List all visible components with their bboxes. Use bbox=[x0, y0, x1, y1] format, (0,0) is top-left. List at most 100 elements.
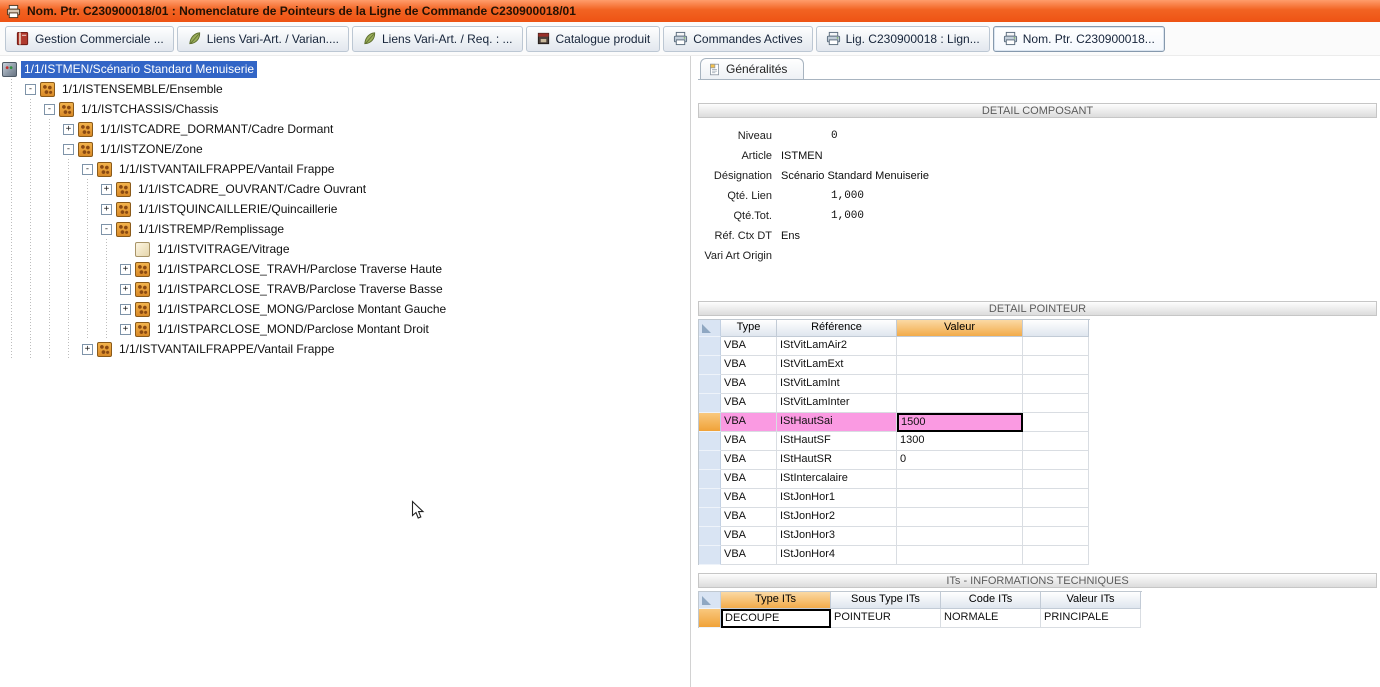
column-header-code-its[interactable]: Code ITs bbox=[941, 592, 1041, 609]
pointer-valeur-cell[interactable] bbox=[897, 375, 1023, 394]
row-selector[interactable] bbox=[699, 489, 721, 508]
pointer-reference-cell[interactable]: IStVitLamExt bbox=[777, 356, 897, 375]
collapse-minus-icon[interactable]: - bbox=[44, 104, 55, 115]
pointer-type-cell[interactable]: VBA bbox=[721, 451, 777, 470]
pointer-valeur-cell[interactable]: 0 bbox=[897, 451, 1023, 470]
tree-item[interactable]: +1/1/ISTPARCLOSE_MONG/Parclose Montant G… bbox=[2, 299, 690, 319]
pointer-reference-cell[interactable]: IStIntercalaire bbox=[777, 470, 897, 489]
column-header-sous-type-its[interactable]: Sous Type ITs bbox=[831, 592, 941, 609]
pointer-valeur-cell[interactable] bbox=[897, 394, 1023, 413]
expand-plus-icon[interactable]: + bbox=[63, 124, 74, 135]
pointer-type-cell[interactable]: VBA bbox=[721, 546, 777, 565]
row-selector[interactable] bbox=[699, 527, 721, 546]
expand-plus-icon[interactable]: + bbox=[120, 304, 131, 315]
row-selector[interactable] bbox=[699, 508, 721, 527]
pointer-valeur-cell[interactable]: 1300 bbox=[897, 432, 1023, 451]
expand-plus-icon[interactable]: + bbox=[120, 284, 131, 295]
tree-item[interactable]: -1/1/ISTENSEMBLE/Ensemble bbox=[2, 79, 690, 99]
its-cell[interactable]: POINTEUR bbox=[831, 609, 941, 628]
column-header-r-f-rence[interactable]: Référence bbox=[777, 320, 897, 337]
pointer-type-cell[interactable]: VBA bbox=[721, 470, 777, 489]
row-selector[interactable] bbox=[699, 451, 721, 470]
tab-catalogue-produit[interactable]: Catalogue produit bbox=[526, 26, 661, 52]
pointer-type-cell[interactable]: VBA bbox=[721, 527, 777, 546]
column-header-valeur[interactable]: Valeur bbox=[897, 320, 1023, 337]
pointer-reference-cell[interactable]: IStVitLamAir2 bbox=[777, 337, 897, 356]
pointer-valeur-cell[interactable] bbox=[897, 337, 1023, 356]
tab-generalites[interactable]: Généralités bbox=[700, 58, 804, 79]
collapse-minus-icon[interactable]: - bbox=[82, 164, 93, 175]
tab-gestion-commerciale[interactable]: Gestion Commerciale ... bbox=[5, 26, 174, 52]
pointer-type-cell[interactable]: VBA bbox=[721, 489, 777, 508]
pointer-reference-cell[interactable]: IStJonHor2 bbox=[777, 508, 897, 527]
row-selector[interactable] bbox=[699, 609, 721, 628]
tree-item[interactable]: +1/1/ISTPARCLOSE_TRAVB/Parclose Traverse… bbox=[2, 279, 690, 299]
tree-item[interactable]: +1/1/ISTPARCLOSE_MOND/Parclose Montant D… bbox=[2, 319, 690, 339]
tree-item[interactable]: +1/1/ISTVANTAILFRAPPE/Vantail Frappe bbox=[2, 339, 690, 359]
tree-item[interactable]: 1/1/ISTVITRAGE/Vitrage bbox=[2, 239, 690, 259]
tree-item[interactable]: -1/1/ISTCHASSIS/Chassis bbox=[2, 99, 690, 119]
row-selector[interactable] bbox=[699, 375, 721, 394]
row-selector[interactable] bbox=[699, 356, 721, 375]
pointer-empty-cell bbox=[1023, 470, 1089, 489]
row-selector[interactable] bbox=[699, 432, 721, 451]
column-header-type[interactable]: Type bbox=[721, 320, 777, 337]
pointer-valeur-cell[interactable] bbox=[897, 356, 1023, 375]
pointer-type-cell[interactable]: VBA bbox=[721, 337, 777, 356]
its-cell[interactable]: DECOUPE bbox=[721, 609, 831, 628]
expand-plus-icon[interactable]: + bbox=[101, 204, 112, 215]
tab-liens-vari-art-req[interactable]: Liens Vari-Art. / Req. : ... bbox=[352, 26, 523, 52]
tree-item[interactable]: +1/1/ISTCADRE_OUVRANT/Cadre Ouvrant bbox=[2, 179, 690, 199]
row-selector[interactable] bbox=[699, 337, 721, 356]
column-header-type-its[interactable]: Type ITs bbox=[721, 592, 831, 609]
expand-plus-icon[interactable]: + bbox=[101, 184, 112, 195]
its-cell[interactable]: PRINCIPALE bbox=[1041, 609, 1141, 628]
pointer-reference-cell[interactable]: IStVitLamInter bbox=[777, 394, 897, 413]
tab-commandes-actives[interactable]: Commandes Actives bbox=[663, 26, 812, 52]
tab-liens-vari-art-variantes[interactable]: Liens Vari-Art. / Varian.... bbox=[177, 26, 349, 52]
collapse-minus-icon[interactable]: - bbox=[63, 144, 74, 155]
tree-item[interactable]: -1/1/ISTREMP/Remplissage bbox=[2, 219, 690, 239]
pointer-type-cell[interactable]: VBA bbox=[721, 375, 777, 394]
tab-lig-c230900018[interactable]: Lig. C230900018 : Lign... bbox=[816, 26, 990, 52]
collapse-minus-icon[interactable]: - bbox=[25, 84, 36, 95]
pointer-reference-cell[interactable]: IStVitLamInt bbox=[777, 375, 897, 394]
pointer-type-cell[interactable]: VBA bbox=[721, 413, 777, 432]
pointer-valeur-cell-focused[interactable]: 1500 bbox=[897, 413, 1023, 432]
tree-item[interactable]: -1/1/ISTZONE/Zone bbox=[2, 139, 690, 159]
pointer-reference-cell[interactable]: IStJonHor4 bbox=[777, 546, 897, 565]
pointer-reference-cell[interactable]: IStHautSai bbox=[777, 413, 897, 432]
row-selector[interactable] bbox=[699, 470, 721, 489]
pointer-valeur-cell[interactable] bbox=[897, 546, 1023, 565]
tree-item[interactable]: +1/1/ISTPARCLOSE_TRAVH/Parclose Traverse… bbox=[2, 259, 690, 279]
pointer-reference-cell[interactable]: IStHautSF bbox=[777, 432, 897, 451]
pointer-valeur-cell[interactable] bbox=[897, 489, 1023, 508]
pointer-type-cell[interactable]: VBA bbox=[721, 432, 777, 451]
column-header-valeur-its[interactable]: Valeur ITs bbox=[1041, 592, 1141, 609]
row-selector[interactable] bbox=[699, 546, 721, 565]
select-all-corner[interactable] bbox=[699, 320, 721, 337]
its-cell[interactable]: NORMALE bbox=[941, 609, 1041, 628]
pointer-valeur-cell[interactable] bbox=[897, 527, 1023, 546]
pointer-valeur-cell[interactable] bbox=[897, 470, 1023, 489]
pointer-reference-cell[interactable]: IStHautSR bbox=[777, 451, 897, 470]
expand-plus-icon[interactable]: + bbox=[120, 264, 131, 275]
expand-plus-icon[interactable]: + bbox=[82, 344, 93, 355]
pointer-valeur-cell[interactable] bbox=[897, 508, 1023, 527]
collapse-minus-icon[interactable]: - bbox=[101, 224, 112, 235]
tree-item[interactable]: -1/1/ISTVANTAILFRAPPE/Vantail Frappe bbox=[2, 159, 690, 179]
tree-item[interactable]: 1/1/ISTMEN/Scénario Standard Menuiserie bbox=[2, 59, 690, 79]
tab-nom-ptr-c230900018[interactable]: Nom. Ptr. C230900018... bbox=[993, 26, 1165, 52]
row-selector[interactable] bbox=[699, 413, 721, 432]
tree-item[interactable]: +1/1/ISTQUINCAILLERIE/Quincaillerie bbox=[2, 199, 690, 219]
pointer-type-cell[interactable]: VBA bbox=[721, 394, 777, 413]
pointer-reference-cell[interactable]: IStJonHor1 bbox=[777, 489, 897, 508]
field-row: ArticleISTMEN bbox=[698, 146, 1380, 166]
pointer-reference-cell[interactable]: IStJonHor3 bbox=[777, 527, 897, 546]
pointer-type-cell[interactable]: VBA bbox=[721, 356, 777, 375]
tree-item[interactable]: +1/1/ISTCADRE_DORMANT/Cadre Dormant bbox=[2, 119, 690, 139]
expand-plus-icon[interactable]: + bbox=[120, 324, 131, 335]
row-selector[interactable] bbox=[699, 394, 721, 413]
pointer-type-cell[interactable]: VBA bbox=[721, 508, 777, 527]
select-all-corner[interactable] bbox=[699, 592, 721, 609]
